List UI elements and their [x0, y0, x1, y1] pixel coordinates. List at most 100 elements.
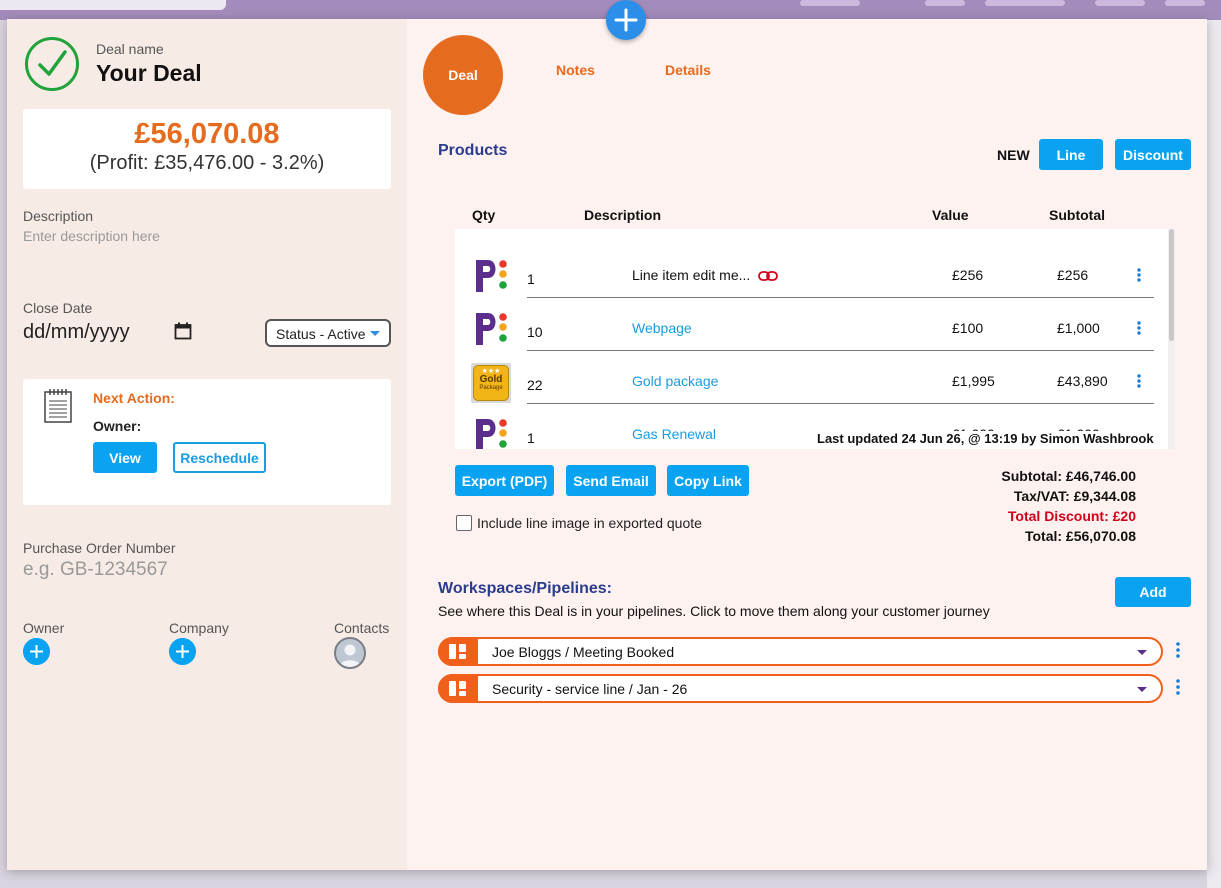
topbar-item[interactable] [985, 0, 1065, 6]
notepad-icon [44, 389, 72, 423]
deal-modal: Deal name Your Deal £56,070.08 (Profit: … [7, 0, 1207, 870]
workspaces-subtitle: See where this Deal is in your pipelines… [438, 603, 990, 619]
next-action-owner-label: Owner: [93, 418, 142, 434]
deal-summary-panel: Deal name Your Deal £56,070.08 (Profit: … [7, 19, 407, 870]
pipeline-board-icon [438, 674, 478, 703]
product-subtotal: £256 [1057, 267, 1089, 283]
tab-details[interactable]: Details [665, 62, 711, 78]
gold-package-icon: ★★★ Gold Package [471, 363, 511, 403]
add-workspace-button[interactable]: Add [1115, 577, 1191, 607]
subtotal-text: Subtotal: £46,746.00 [1001, 468, 1136, 484]
check-circle-icon [25, 37, 79, 91]
new-discount-button[interactable]: Discount [1115, 139, 1191, 170]
status-value: Status - Active [276, 326, 366, 342]
reschedule-button[interactable]: Reschedule [173, 442, 266, 473]
product-description[interactable]: Gold package [632, 373, 718, 389]
column-header-description: Description [584, 207, 662, 223]
product-row[interactable]: 10 Webpage £100 £1,000 [455, 298, 1167, 351]
caret-down-icon [370, 331, 380, 336]
product-logo-icon [476, 419, 507, 449]
tab-notes[interactable]: Notes [556, 62, 595, 78]
product-description[interactable]: Webpage [632, 320, 692, 336]
column-header-qty: Qty [472, 207, 496, 223]
product-qty: 22 [527, 377, 543, 393]
workspaces-title: Workspaces/Pipelines: [438, 580, 612, 597]
pipeline-select[interactable]: Joe Bloggs / Meeting Booked [438, 637, 1163, 666]
topbar-item[interactable] [925, 0, 965, 6]
add-owner-icon[interactable] [23, 638, 50, 665]
more-vertical-icon[interactable] [1175, 678, 1181, 696]
pipeline-label: Security - service line / Jan - 26 [492, 681, 688, 697]
products-title: Products [438, 142, 508, 159]
calendar-icon[interactable] [174, 322, 192, 340]
include-image-label: Include line image in exported quote [477, 515, 702, 531]
contact-avatar-icon[interactable] [334, 637, 366, 669]
view-button[interactable]: View [93, 442, 157, 473]
caret-down-icon [1137, 687, 1147, 692]
purchase-order-input[interactable]: e.g. GB-1234567 [23, 559, 168, 581]
product-description[interactable]: Gas Renewal [632, 426, 716, 442]
deal-name-label: Deal name [96, 41, 164, 57]
next-action-card: Next Action: Owner: View Reschedule [23, 379, 391, 505]
topbar-item[interactable] [1165, 0, 1205, 6]
description-label: Description [23, 208, 94, 224]
page-backdrop [1207, 20, 1221, 888]
product-logo-icon [476, 313, 507, 345]
more-vertical-icon[interactable] [1136, 373, 1142, 389]
product-row[interactable]: 1 Line item edit me... £256 £256 [455, 245, 1167, 298]
product-qty: 1 [527, 430, 535, 446]
products-table: 1 Line item edit me... £256 £256 10 Webp… [455, 229, 1175, 449]
owner-label: Owner [23, 620, 65, 636]
discount-text: Total Discount: £20 [1007, 508, 1136, 524]
include-image-checkbox[interactable] [456, 515, 472, 531]
tab-deal[interactable]: Deal [423, 35, 503, 115]
products-scrollbar-thumb[interactable] [1169, 229, 1174, 341]
pipeline-select[interactable]: Security - service line / Jan - 26 [438, 674, 1163, 703]
new-label: NEW [997, 147, 1030, 163]
topbar-item[interactable] [800, 0, 860, 6]
pipeline-board-icon [438, 637, 478, 666]
copy-link-button[interactable]: Copy Link [667, 465, 749, 496]
purchase-order-label: Purchase Order Number [23, 540, 176, 556]
product-row[interactable]: ★★★ Gold Package 22 Gold package £1,995 … [455, 351, 1167, 404]
last-updated-text: Last updated 24 Jun 26, @ 13:19 by Simon… [817, 431, 1154, 446]
gold-sublabel: Package [479, 385, 503, 391]
status-select[interactable]: Status - Active [265, 319, 391, 347]
more-vertical-icon[interactable] [1136, 320, 1142, 336]
product-qty: 1 [527, 271, 535, 287]
search-bar[interactable] [0, 0, 226, 10]
add-fab-button[interactable] [606, 0, 646, 40]
product-subtotal: £1,000 [1057, 320, 1100, 336]
plus-icon [614, 8, 638, 32]
next-action-title: Next Action: [93, 390, 175, 406]
deal-value-card: £56,070.08 (Profit: £35,476.00 - 3.2%) [23, 109, 391, 189]
export-pdf-button[interactable]: Export (PDF) [455, 465, 554, 496]
contacts-label: Contacts [334, 620, 390, 636]
product-value: £100 [952, 320, 984, 336]
close-date-input[interactable]: dd/mm/yyyy [23, 321, 130, 344]
more-vertical-icon[interactable] [1136, 267, 1142, 283]
description-input[interactable]: Enter description here [23, 228, 160, 244]
new-line-button[interactable]: Line [1039, 139, 1103, 170]
column-header-subtotal: Subtotal [1049, 207, 1105, 223]
add-company-icon[interactable] [169, 638, 196, 665]
column-header-value: Value [932, 207, 969, 223]
close-date-label: Close Date [23, 300, 93, 316]
product-description[interactable]: Line item edit me... [632, 267, 750, 283]
send-email-button[interactable]: Send Email [566, 465, 656, 496]
total-text: Total: £56,070.08 [1024, 528, 1136, 544]
deal-name[interactable]: Your Deal [96, 60, 202, 87]
topbar-item[interactable] [1095, 0, 1145, 6]
deal-profit: (Profit: £35,476.00 - 3.2%) [89, 152, 325, 174]
product-subtotal: £43,890 [1057, 373, 1108, 389]
deal-amount: £56,070.08 [134, 118, 280, 150]
more-vertical-icon[interactable] [1175, 641, 1181, 659]
gold-label: Gold [479, 374, 503, 385]
tax-text: Tax/VAT: £9,344.08 [1013, 488, 1136, 504]
product-logo-icon [476, 260, 507, 292]
link-icon[interactable] [758, 270, 778, 282]
product-value: £1,995 [952, 373, 995, 389]
company-label: Company [169, 620, 229, 636]
pipeline-label: Joe Bloggs / Meeting Booked [492, 644, 675, 660]
caret-down-icon [1137, 650, 1147, 655]
